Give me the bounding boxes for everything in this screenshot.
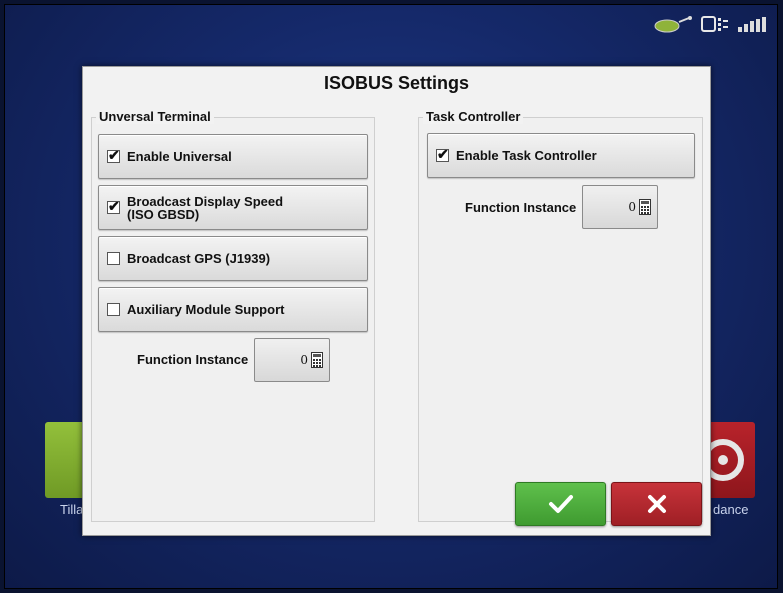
enable-task-controller-checkbox[interactable]: ✔: [436, 147, 449, 162]
x-icon: [647, 495, 666, 513]
tillage-tile-label: Tilla: [60, 502, 84, 517]
gps-satellite-icon[interactable]: [653, 13, 693, 35]
status-bar: [653, 13, 771, 35]
broadcast-gps-label: Broadcast GPS (J1939): [127, 251, 271, 266]
ut-function-instance-input[interactable]: 0: [254, 338, 330, 382]
dialog-title: ISOBUS Settings: [323, 73, 470, 93]
cellular-signal-icon[interactable]: [737, 13, 771, 35]
guidance-tile-label: dance: [713, 502, 749, 517]
enable-universal-button[interactable]: ✔ Enable Universal: [98, 134, 368, 179]
guidance-tile[interactable]: [702, 422, 755, 498]
enable-task-controller-label: Enable Task Controller: [456, 148, 597, 163]
ok-button[interactable]: [515, 482, 606, 526]
broadcast-display-speed-checkbox[interactable]: ✔: [107, 199, 120, 214]
display-module-icon[interactable]: [701, 13, 729, 35]
auxiliary-module-support-checkbox[interactable]: [107, 303, 120, 316]
broadcast-display-speed-button[interactable]: ✔ Broadcast Display Speed (ISO GBSD): [98, 185, 368, 230]
enable-task-controller-button[interactable]: ✔ Enable Task Controller: [427, 133, 695, 178]
broadcast-display-speed-label: Broadcast Display Speed (ISO GBSD): [127, 195, 283, 221]
broadcast-display-speed-line2: (ISO GBSD): [127, 206, 200, 222]
task-controller-group: Task Controller ✔ Enable Task Controller…: [418, 109, 703, 522]
tc-function-instance-label: Function Instance: [465, 200, 577, 215]
universal-terminal-group: Unversal Terminal ✔ Enable Universal ✔ B…: [91, 109, 375, 522]
task-controller-title: Task Controller: [423, 109, 524, 124]
universal-terminal-title: Unversal Terminal: [96, 109, 214, 124]
tc-function-instance-input[interactable]: 0: [582, 185, 658, 229]
cancel-button[interactable]: [611, 482, 702, 526]
calculator-icon: [639, 199, 651, 215]
broadcast-gps-checkbox[interactable]: [107, 252, 120, 265]
broadcast-gps-button[interactable]: Broadcast GPS (J1939): [98, 236, 368, 281]
auxiliary-module-support-button[interactable]: Auxiliary Module Support: [98, 287, 368, 332]
auxiliary-module-support-label: Auxiliary Module Support: [127, 302, 285, 317]
enable-universal-checkbox[interactable]: ✔: [107, 148, 120, 163]
isobus-settings-dialog: ISOBUS Settings Unversal Terminal ✔ Enab…: [82, 66, 711, 536]
enable-universal-label: Enable Universal: [127, 149, 232, 164]
ut-function-instance-label: Function Instance: [137, 352, 249, 367]
steering-wheel-icon: [702, 439, 744, 481]
tc-function-instance-value: 0: [628, 200, 636, 214]
checkmark-icon: [548, 495, 573, 513]
ut-function-instance-value: 0: [300, 353, 308, 367]
calculator-icon: [311, 352, 323, 368]
